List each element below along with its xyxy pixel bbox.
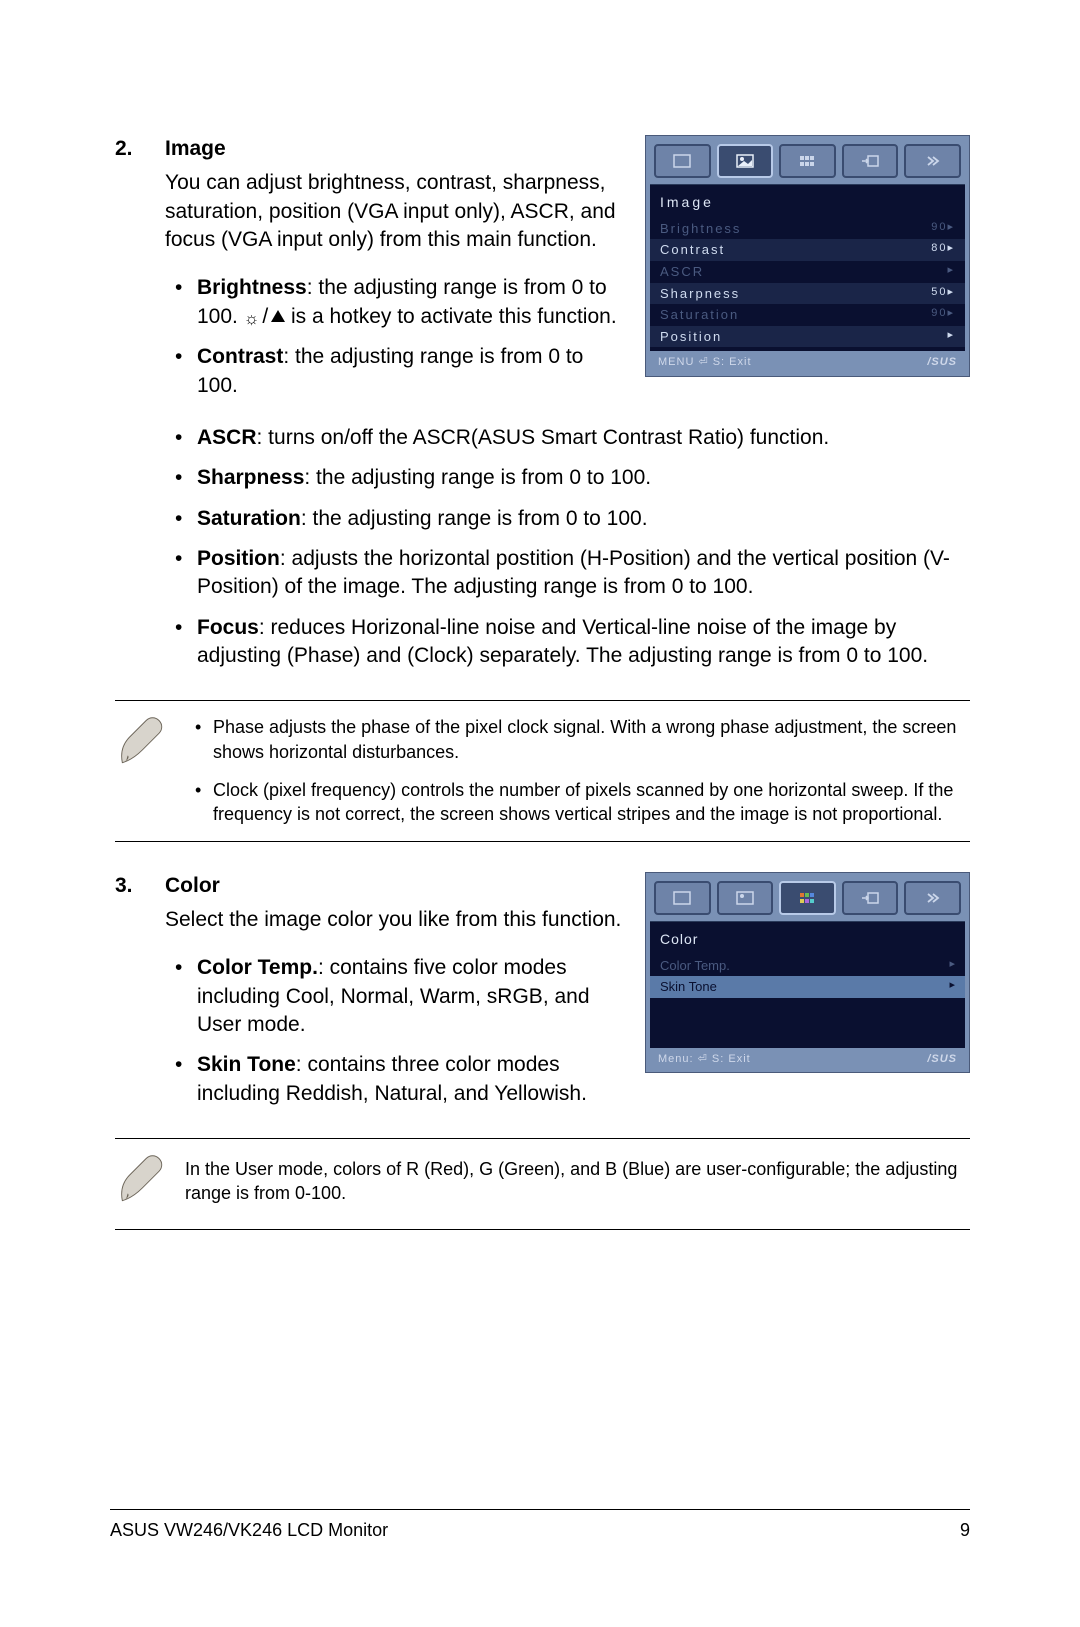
footer-title: ASUS VW246/VK246 LCD Monitor — [110, 1518, 388, 1542]
osd-footer: MENU ⏎ S: Exit/SUS — [650, 351, 965, 372]
osd-tab-color-icon — [779, 881, 836, 915]
page-content: 2. Image You can adjust brightness, cont… — [0, 0, 1080, 1230]
bullet-list-continued: ASCR: turns on/off the ASCR(ASUS Smart C… — [165, 424, 970, 670]
hotkey-icons: ☼/ — [244, 303, 285, 331]
osd-tab-setup-icon — [904, 881, 961, 915]
osd-tab-input-icon — [842, 144, 899, 178]
osd-tab-image-icon — [717, 144, 774, 178]
osd-row: Contrast80▸ — [650, 239, 965, 261]
bullet-contrast: Contrast: the adjusting range is from 0 … — [165, 343, 625, 400]
osd-row: ASCR▸ — [650, 261, 965, 283]
triangle-up-icon — [271, 310, 285, 322]
note-list: Phase adjusts the phase of the pixel clo… — [185, 715, 970, 826]
sun-icon: ☼ — [244, 310, 260, 327]
note-block: In the User mode, colors of R (Red), G (… — [115, 1138, 970, 1230]
pen-icon — [115, 715, 185, 777]
bullet-position: Position: adjusts the horizontal postiti… — [165, 545, 970, 602]
bullet-sharpness: Sharpness: the adjusting range is from 0… — [165, 464, 970, 492]
section-title: Image — [165, 135, 625, 163]
osd-tab-setup-icon — [904, 144, 961, 178]
bullet-brightness: Brightness: the adjusting range is from … — [165, 274, 625, 331]
note-usermode: In the User mode, colors of R (Red), G (… — [185, 1153, 970, 1206]
osd-heading: Color — [650, 926, 965, 955]
section-number: 3. — [115, 872, 165, 1120]
osd-screenshot-image: Image Brightness90▸ Contrast80▸ ASCR▸ Sh… — [645, 135, 970, 377]
osd-tabs — [650, 140, 965, 184]
osd-tab-image-icon — [717, 881, 774, 915]
osd-tab-input-icon — [842, 881, 899, 915]
bullet-colortemp: Color Temp.: contains five color modes i… — [165, 954, 625, 1039]
osd-screenshot-color: Color Color Temp.▸ Skin Tone▸ Menu: ⏎ S:… — [645, 872, 970, 1074]
note-block: Phase adjusts the phase of the pixel clo… — [115, 700, 970, 841]
bullet-skintone: Skin Tone: contains three color modes in… — [165, 1051, 625, 1108]
osd-tab-splendid-icon — [654, 144, 711, 178]
section-intro: You can adjust brightness, contrast, sha… — [165, 169, 625, 254]
section-color: 3. Color Select the image color you like… — [115, 872, 970, 1120]
bullet-saturation: Saturation: the adjusting range is from … — [165, 505, 970, 533]
section-intro: Select the image color you like from thi… — [165, 906, 625, 934]
osd-row-selected: Skin Tone▸ — [650, 976, 965, 998]
bullet-list: Color Temp.: contains five color modes i… — [165, 954, 625, 1108]
osd-heading: Image — [650, 189, 965, 218]
section-image: 2. Image You can adjust brightness, cont… — [115, 135, 970, 682]
page-number: 9 — [960, 1518, 970, 1542]
bullet-ascr: ASCR: turns on/off the ASCR(ASUS Smart C… — [165, 424, 970, 452]
osd-row: Sharpness50▸ — [650, 283, 965, 305]
osd-row: Brightness90▸ — [650, 218, 965, 240]
section-number: 2. — [115, 135, 165, 682]
osd-row: Position▸ — [650, 326, 965, 348]
osd-footer: Menu: ⏎ S: Exit/SUS — [650, 1048, 965, 1069]
osd-tabs — [650, 877, 965, 921]
bullet-list: Brightness: the adjusting range is from … — [165, 274, 625, 400]
osd-tab-splendid-icon — [654, 881, 711, 915]
osd-tab-color-icon — [779, 144, 836, 178]
page-footer: ASUS VW246/VK246 LCD Monitor 9 — [110, 1509, 970, 1542]
bullet-focus: Focus: reduces Horizonal-line noise and … — [165, 614, 970, 671]
note-phase: Phase adjusts the phase of the pixel clo… — [185, 715, 970, 764]
note-clock: Clock (pixel frequency) controls the num… — [185, 778, 970, 827]
osd-row: Saturation90▸ — [650, 304, 965, 326]
pen-icon — [115, 1153, 185, 1215]
osd-row: Color Temp.▸ — [650, 955, 965, 977]
section-title: Color — [165, 872, 625, 900]
